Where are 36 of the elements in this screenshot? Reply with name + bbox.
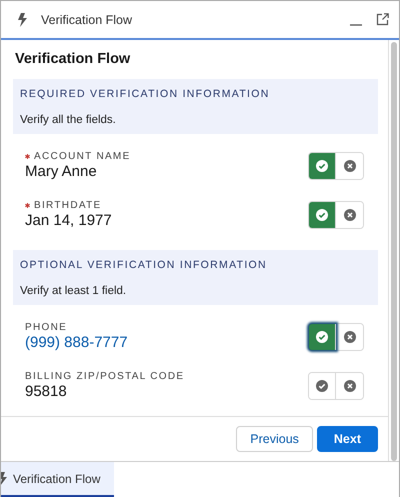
- phone-link[interactable]: (999) 888-7777: [25, 334, 308, 351]
- check-icon: [316, 380, 328, 392]
- field-label: ACCOUNT NAME: [34, 151, 131, 162]
- popout-icon: [376, 13, 389, 26]
- check-icon: [316, 330, 328, 342]
- check-icon: [316, 208, 328, 220]
- section-description: Verify all the fields.: [20, 114, 117, 126]
- field-value: 95818: [25, 383, 68, 400]
- field-label: PHONE: [25, 322, 68, 333]
- verify-button[interactable]: [309, 324, 336, 350]
- section-description: Verify at least 1 field.: [20, 285, 128, 297]
- close-icon: [344, 380, 356, 392]
- previous-button[interactable]: Previous: [236, 426, 313, 452]
- tab[interactable]: Verification Flow: [1, 462, 114, 497]
- close-icon: [344, 208, 356, 220]
- field-value: Mary Anne: [25, 163, 98, 180]
- field-value: Jan 14, 1977: [25, 212, 113, 229]
- page-title: Verification Flow: [14, 50, 132, 69]
- minimize-icon: [350, 24, 362, 26]
- close-icon: [344, 160, 356, 172]
- required-icon: [25, 203, 30, 208]
- verify-button[interactable]: [309, 372, 336, 398]
- popout-button[interactable]: [376, 13, 389, 26]
- field-label: BIRTHDATE: [34, 200, 102, 211]
- check-icon: [316, 160, 328, 172]
- required-icon: [25, 154, 30, 159]
- verify-button[interactable]: [309, 202, 336, 228]
- field-label: BILLING ZIP/POSTAL CODE: [25, 371, 184, 382]
- section-heading: REQUIRED VERIFICATION INFORMATION: [20, 88, 271, 100]
- verify-button[interactable]: [309, 152, 336, 178]
- scrollbar[interactable]: [390, 42, 398, 461]
- section-heading: OPTIONAL VERIFICATION INFORMATION: [20, 259, 268, 271]
- window-title: Verification Flow: [41, 12, 134, 26]
- bolt-icon: [17, 12, 27, 26]
- next-button[interactable]: Next: [316, 426, 378, 452]
- close-icon: [344, 330, 356, 342]
